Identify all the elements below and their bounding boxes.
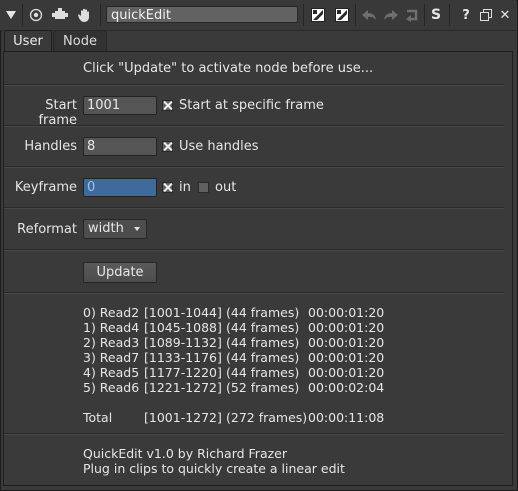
- keyframe-label: Keyframe: [14, 180, 77, 195]
- clip-frames: (44 frames): [226, 305, 300, 320]
- divider: [4, 207, 504, 209]
- clip-id: 4) Read5: [83, 365, 140, 380]
- undo-icon[interactable]: [359, 6, 379, 24]
- clip-timecode: 00:00:01:20: [308, 350, 385, 365]
- clip-range: [1221-1272]: [144, 380, 222, 395]
- tab-user[interactable]: User: [4, 30, 52, 53]
- close-icon[interactable]: ✕: [498, 6, 512, 24]
- clip-id: 3) Read7: [83, 350, 140, 365]
- clip-frames: (44 frames): [226, 320, 300, 335]
- start-frame-input[interactable]: 1001: [83, 96, 157, 115]
- redo-icon[interactable]: [381, 6, 401, 24]
- clip-frames: (44 frames): [226, 335, 300, 350]
- clip-range: [1001-1272]: [144, 410, 222, 425]
- keyframe-input[interactable]: 0: [83, 178, 157, 197]
- tab-node[interactable]: Node: [53, 30, 107, 53]
- clip-id: Total: [83, 410, 113, 425]
- clip-range: [1133-1176]: [144, 350, 222, 365]
- reformat-label: Reformat: [17, 222, 77, 237]
- start-frame-label: Start frame: [38, 98, 77, 128]
- clip-frames: (44 frames): [226, 365, 300, 380]
- keyframe-in-checkbox[interactable]: [162, 182, 173, 193]
- keyframe-out-checkbox[interactable]: [198, 182, 209, 193]
- chevron-down-icon: [134, 227, 140, 231]
- clip-range: [1177-1220]: [144, 365, 222, 380]
- s-icon[interactable]: S: [428, 6, 444, 24]
- node-toolbar: quickEdit S ? ✕: [0, 0, 516, 31]
- node-icon[interactable]: [51, 6, 69, 24]
- clip-timecode: 00:00:01:20: [308, 320, 385, 335]
- footer-description: Plug in clips to quickly create a linear…: [83, 461, 345, 476]
- reformat-dropdown[interactable]: width: [83, 219, 147, 239]
- divider: [4, 166, 504, 168]
- node-name-field[interactable]: quickEdit: [106, 6, 298, 23]
- clip-range: [1089-1132]: [144, 335, 222, 350]
- divider: [4, 84, 504, 86]
- divider: [4, 125, 504, 127]
- collapse-arrow-icon[interactable]: [4, 6, 18, 24]
- footer-credit: QuickEdit v1.0 by Richard Frazer: [83, 446, 287, 461]
- keyframe-out-label: out: [215, 180, 237, 195]
- start-at-specific-frame-checkbox[interactable]: [162, 100, 173, 111]
- clip-id: 1) Read4: [83, 320, 140, 335]
- clip-timecode: 00:00:02:04: [308, 380, 385, 395]
- clip-id: 5) Read6: [83, 380, 140, 395]
- reformat-value: width: [88, 221, 124, 236]
- clip-id: 2) Read3: [83, 335, 140, 350]
- divider: [4, 292, 504, 294]
- update-button[interactable]: Update: [83, 262, 157, 283]
- start-at-specific-frame-label: Start at specific frame: [179, 98, 324, 113]
- hand-icon[interactable]: [76, 6, 94, 24]
- color-swatch-2-icon[interactable]: [334, 6, 350, 24]
- help-icon[interactable]: ?: [459, 6, 473, 24]
- clip-range: [1001-1044]: [144, 305, 222, 320]
- keyframe-in-label: in: [179, 180, 191, 195]
- divider: [4, 433, 504, 435]
- handles-label: Handles: [24, 139, 77, 154]
- clip-frames: (44 frames): [226, 350, 300, 365]
- clip-frames: (52 frames): [226, 380, 300, 395]
- handles-input[interactable]: 8: [83, 137, 157, 156]
- clip-range: [1045-1088]: [144, 320, 222, 335]
- clip-id: 0) Read2: [83, 305, 140, 320]
- revert-icon[interactable]: [403, 6, 421, 24]
- clip-frames: (272 frames): [226, 410, 308, 425]
- clip-timecode: 00:00:11:08: [308, 410, 385, 425]
- use-handles-label: Use handles: [179, 139, 259, 154]
- use-handles-checkbox[interactable]: [162, 141, 173, 152]
- clip-timecode: 00:00:01:20: [308, 335, 385, 350]
- float-window-icon[interactable]: [479, 6, 493, 24]
- clip-timecode: 00:00:01:20: [308, 305, 385, 320]
- clip-timecode: 00:00:01:20: [308, 365, 385, 380]
- circle-target-icon[interactable]: [28, 6, 44, 24]
- color-swatch-1-icon[interactable]: [310, 6, 326, 24]
- divider: [4, 249, 504, 251]
- info-text: Click "Update" to activate node before u…: [83, 61, 374, 76]
